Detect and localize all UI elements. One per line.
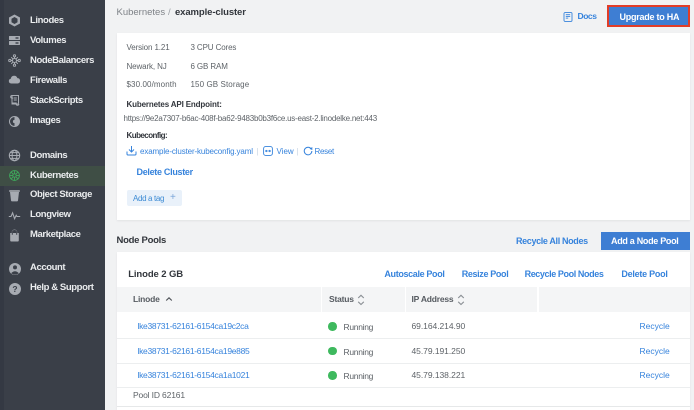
svg-text:?: ? [12, 284, 17, 294]
